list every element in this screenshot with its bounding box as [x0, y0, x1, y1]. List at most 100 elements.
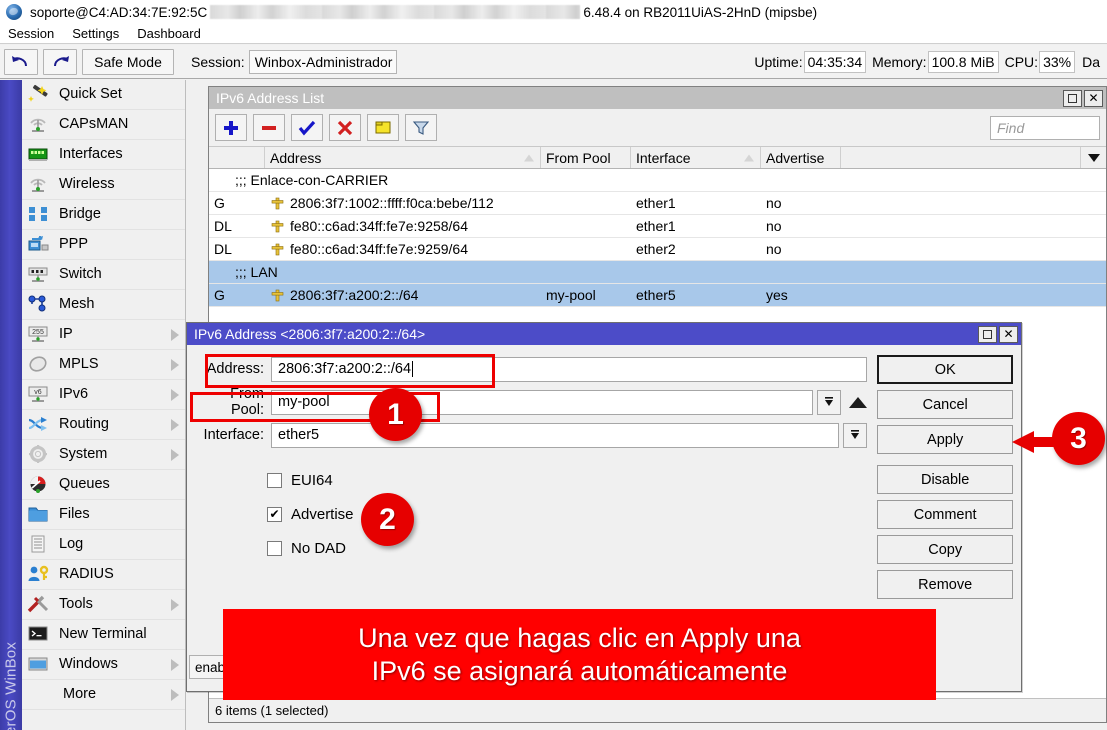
- enable-button[interactable]: [291, 114, 323, 141]
- table-row[interactable]: DLfe80::c6ad:34ff:fe7e:9258/64ether1no: [209, 215, 1106, 238]
- address-entry-icon: [270, 196, 285, 211]
- address-label: Address:: [197, 361, 271, 377]
- sidebar-item-interfaces[interactable]: Interfaces: [22, 140, 185, 170]
- column-header-address[interactable]: Address: [265, 147, 541, 168]
- undo-arrow-icon: [11, 54, 31, 70]
- sidebar-item-capsman[interactable]: CAPsMAN: [22, 110, 185, 140]
- checkbox-advertise[interactable]: ✔: [267, 507, 282, 522]
- close-icon[interactable]: ✕: [999, 326, 1018, 343]
- filter-button[interactable]: [405, 114, 437, 141]
- find-input[interactable]: Find: [990, 116, 1100, 140]
- sidebar-item-bridge[interactable]: Bridge: [22, 200, 185, 230]
- collapse-arrow-icon[interactable]: [849, 397, 867, 408]
- table-row[interactable]: ;;; LAN: [209, 261, 1106, 284]
- column-header-interface-label: Interface: [636, 150, 690, 166]
- cell-address: fe80::c6ad:34ff:fe7e:9258/64: [265, 215, 541, 237]
- uptime-label: Uptime:: [748, 54, 803, 70]
- checkbox-row-advertise[interactable]: ✔Advertise: [267, 497, 867, 531]
- address-input[interactable]: 2806:3f7:a200:2::/64: [271, 357, 867, 382]
- sidebar-item-radius[interactable]: RADIUS: [22, 560, 185, 590]
- sidebar-item-system[interactable]: System: [22, 440, 185, 470]
- mesh-nodes-icon: [26, 294, 54, 316]
- column-header-interface[interactable]: Interface: [631, 147, 761, 168]
- column-header-flags[interactable]: [209, 147, 265, 168]
- banner-line-1: Una vez que hagas clic en Apply una: [358, 622, 801, 655]
- routeros-winbox-label: RouterOS WinBox: [3, 664, 20, 730]
- window-icon: [26, 654, 54, 676]
- checkbox-no-dad[interactable]: [267, 541, 282, 556]
- column-header-advertise[interactable]: Advertise: [761, 147, 841, 168]
- menu-settings[interactable]: Settings: [64, 25, 129, 43]
- sidebar-item-switch[interactable]: Switch: [22, 260, 185, 290]
- undo-button[interactable]: [4, 49, 38, 75]
- sidebar-item-windows[interactable]: Windows: [22, 650, 185, 680]
- session-value[interactable]: Winbox-Administrador: [249, 50, 398, 74]
- sidebar-item-ppp[interactable]: PPP: [22, 230, 185, 260]
- sidebar-item-tools[interactable]: Tools: [22, 590, 185, 620]
- from-pool-dropdown-button[interactable]: [817, 390, 841, 415]
- cell-from-pool: [541, 215, 631, 237]
- interface-dropdown-button[interactable]: [843, 423, 867, 448]
- add-button[interactable]: [215, 114, 247, 141]
- bridge-arrows-icon: [26, 204, 54, 226]
- table-row[interactable]: ;;; Enlace-con-CARRIER: [209, 169, 1106, 192]
- comment-button[interactable]: Comment: [877, 500, 1013, 529]
- cancel-button[interactable]: Cancel: [877, 390, 1013, 419]
- interface-field-row: Interface: ether5: [197, 421, 867, 449]
- mpls-tag-icon: [26, 354, 54, 376]
- checkbox-eui64[interactable]: [267, 473, 282, 488]
- sidebar-item-more[interactable]: More: [22, 680, 185, 710]
- ok-button[interactable]: OK: [877, 355, 1013, 384]
- submenu-arrow-icon: [171, 689, 179, 701]
- disable-button[interactable]: [329, 114, 361, 141]
- sidebar-item-queues[interactable]: Queues: [22, 470, 185, 500]
- copy-button[interactable]: Copy: [877, 535, 1013, 564]
- safe-mode-button[interactable]: Safe Mode: [82, 49, 174, 75]
- comment-button[interactable]: [367, 114, 399, 141]
- apply-button[interactable]: Apply: [877, 425, 1013, 454]
- antenna-icon: [26, 114, 54, 136]
- checkbox-row-eui64[interactable]: EUI64: [267, 463, 867, 497]
- remove-button[interactable]: Remove: [877, 570, 1013, 599]
- memory-value: 100.8 MiB: [928, 51, 999, 73]
- menu-dashboard[interactable]: Dashboard: [129, 25, 211, 43]
- cell-address: 2806:3f7:1002::ffff:f0ca:bebe/112: [265, 192, 541, 214]
- column-header-from-pool[interactable]: From Pool: [541, 147, 631, 168]
- sidebar-item-label: Quick Set: [59, 87, 122, 102]
- sidebar-item-mpls[interactable]: MPLS: [22, 350, 185, 380]
- ipv6-address-list-title: IPv6 Address List: [216, 90, 324, 106]
- remove-button[interactable]: [253, 114, 285, 141]
- submenu-arrow-icon: [171, 419, 179, 431]
- uptime-value: 04:35:34: [804, 51, 867, 73]
- sidebar-item-files[interactable]: Files: [22, 500, 185, 530]
- ipv6-address-list-toolbar: Find: [209, 109, 1106, 146]
- close-icon[interactable]: ✕: [1084, 90, 1103, 107]
- checkbox-row-no-dad[interactable]: No DAD: [267, 531, 867, 565]
- table-row[interactable]: G2806:3f7:1002::ffff:f0ca:bebe/112ether1…: [209, 192, 1106, 215]
- redo-button[interactable]: [43, 49, 77, 75]
- cell-flags: DL: [209, 215, 265, 237]
- table-row[interactable]: G2806:3f7:a200:2::/64my-poolether5yes: [209, 284, 1106, 307]
- sidebar-item-mesh[interactable]: Mesh: [22, 290, 185, 320]
- interface-input[interactable]: ether5: [271, 423, 839, 448]
- sidebar-item-new-terminal[interactable]: New Terminal: [22, 620, 185, 650]
- sidebar-item-routing[interactable]: Routing: [22, 410, 185, 440]
- menu-session[interactable]: Session: [0, 25, 64, 43]
- routing-arrows-icon: [26, 414, 54, 436]
- sidebar-item-ip[interactable]: 255IP: [22, 320, 185, 350]
- user-key-icon: [26, 564, 54, 586]
- maximize-icon[interactable]: [978, 326, 997, 343]
- cell-interface-text: ether5: [636, 287, 676, 303]
- table-row[interactable]: DLfe80::c6ad:34ff:fe7e:9259/64ether2no: [209, 238, 1106, 261]
- sidebar-item-ipv6[interactable]: v6IPv6: [22, 380, 185, 410]
- from-pool-input[interactable]: my-pool: [271, 390, 813, 415]
- address-table-header: Address From Pool Interface Advertise: [209, 146, 1106, 169]
- cell-from-pool: [541, 238, 631, 260]
- sidebar-item-label: Windows: [59, 657, 118, 672]
- column-chooser-button[interactable]: [1080, 147, 1106, 168]
- disable-button[interactable]: Disable: [877, 465, 1013, 494]
- sidebar-item-quick-set[interactable]: Quick Set: [22, 80, 185, 110]
- maximize-icon[interactable]: [1063, 90, 1082, 107]
- sidebar-item-log[interactable]: Log: [22, 530, 185, 560]
- sidebar-item-wireless[interactable]: Wireless: [22, 170, 185, 200]
